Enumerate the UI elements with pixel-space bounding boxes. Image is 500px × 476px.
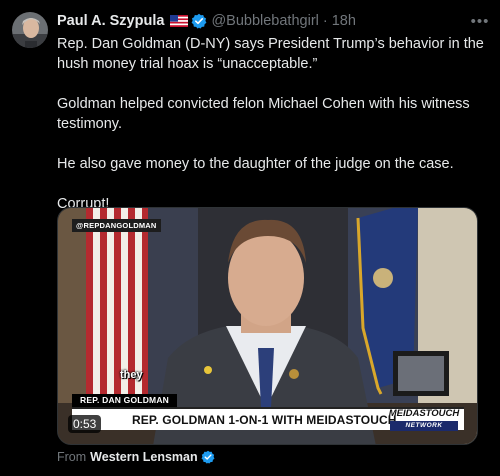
tweet-paragraph: He also gave money to the daughter of th… xyxy=(57,156,454,172)
tweet: Paul A. Szypula @Bubblebathgirl · 18h ••… xyxy=(0,0,500,476)
more-options-icon[interactable]: ••• xyxy=(468,13,492,30)
meidastouch-logo: MEIDASTOUCH NETWORK xyxy=(384,404,464,431)
video-duration-badge: 0:53 xyxy=(68,415,102,433)
author-avatar[interactable] xyxy=(12,12,48,48)
video-overlay-handle: @REPDANGOLDMAN xyxy=(72,219,161,232)
tweet-paragraph: Goldman helped convicted felon Michael C… xyxy=(57,96,470,132)
source-account-link[interactable]: Western Lensman xyxy=(90,450,197,464)
video-lower-third-title: REP. GOLDMAN 1-ON-1 WITH MEIDASTOUCH xyxy=(132,413,397,427)
us-flag-icon xyxy=(170,15,189,27)
post-timestamp[interactable]: 18h xyxy=(332,13,356,29)
author-name[interactable]: Paul A. Szypula xyxy=(57,13,164,29)
source-prefix: From xyxy=(57,450,87,464)
video-name-tag: REP. DAN GOLDMAN xyxy=(72,394,177,407)
video-source-attribution: From Western Lensman xyxy=(57,450,215,464)
tweet-text: Rep. Dan Goldman (D-NY) says President T… xyxy=(57,34,492,234)
logo-sub-text: NETWORK xyxy=(390,421,458,431)
video-caption: they xyxy=(120,369,143,381)
tweet-header: Paul A. Szypula @Bubblebathgirl · 18h ••… xyxy=(57,11,492,31)
verified-badge-icon xyxy=(201,450,215,464)
separator-dot: · xyxy=(322,13,328,29)
tweet-paragraph: Rep. Dan Goldman (D-NY) says President T… xyxy=(57,36,484,72)
video-lower-third: REP. GOLDMAN 1-ON-1 WITH MEIDASTOUCH MEI… xyxy=(72,404,464,431)
author-handle[interactable]: @Bubblebathgirl xyxy=(211,13,318,29)
verified-badge-icon xyxy=(191,13,207,29)
video-player[interactable]: @REPDANGOLDMAN they REP. DAN GOLDMAN REP… xyxy=(57,207,478,445)
logo-main-text: MEIDASTOUCH xyxy=(388,408,460,419)
